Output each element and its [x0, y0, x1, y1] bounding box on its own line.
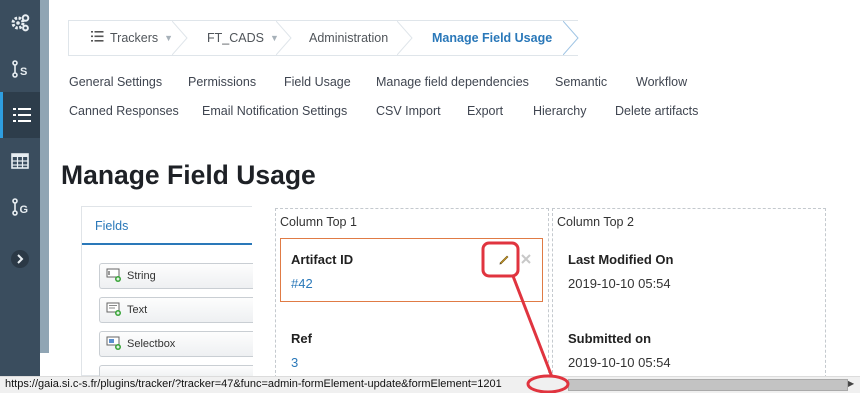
status-url: https://gaia.si.c-s.fr/plugins/tracker/?…: [5, 378, 502, 390]
sidebar-edge: [40, 0, 49, 353]
svg-text:S: S: [20, 66, 27, 78]
tab-delete-artifacts[interactable]: Delete artifacts: [615, 104, 698, 118]
tab-export[interactable]: Export: [467, 104, 503, 118]
palette-item-label: Text: [127, 304, 148, 316]
sidebar-item-table[interactable]: [0, 138, 40, 184]
tab-manage-field-dependencies[interactable]: Manage field dependencies: [376, 75, 529, 89]
table-icon: [11, 153, 29, 169]
page-title: Manage Field Usage: [61, 160, 316, 190]
breadcrumb-label: Administration: [309, 31, 389, 45]
breadcrumb-administration[interactable]: Administration: [291, 21, 413, 55]
edit-field-button[interactable]: [497, 252, 511, 271]
breadcrumb-manage-field-usage[interactable]: Manage Field Usage: [412, 21, 579, 55]
tab-field-usage[interactable]: Field Usage: [284, 75, 351, 89]
sidebar-expand-button[interactable]: [0, 236, 40, 282]
field-submitted-on[interactable]: Submitted on 2019-10-10 05:54: [568, 331, 671, 370]
sidebar-item-git-g[interactable]: G: [0, 184, 40, 230]
tab-general-settings[interactable]: General Settings: [69, 75, 162, 89]
tab-canned-responses[interactable]: Canned Responses: [69, 104, 179, 118]
tab-semantic[interactable]: Semantic: [555, 75, 607, 89]
column-title: Column Top 2: [557, 215, 634, 229]
string-field-icon: [106, 268, 127, 285]
field-label: Submitted on: [568, 331, 652, 346]
text-field-icon: [106, 302, 127, 319]
app-root: S G Trackers ▼ FT_CADS ▼ Administration …: [0, 0, 860, 393]
field-value[interactable]: #42: [291, 276, 353, 291]
field-last-modified-on[interactable]: Last Modified On 2019-10-10 05:54: [568, 252, 673, 291]
status-bar: https://gaia.si.c-s.fr/plugins/tracker/?…: [0, 376, 860, 393]
field-label: Last Modified On: [568, 252, 674, 267]
breadcrumb-separator: [563, 21, 579, 55]
tracker-list-icon: [12, 106, 32, 124]
tab-email-notification-settings[interactable]: Email Notification Settings: [202, 104, 347, 118]
sidebar-item-trackers[interactable]: [0, 92, 40, 138]
tab-workflow[interactable]: Workflow: [636, 75, 687, 89]
palette-item-selectbox[interactable]: Selectbox: [99, 331, 253, 357]
field-artifact-id[interactable]: Artifact ID #42: [291, 252, 353, 291]
breadcrumb-label: Trackers: [110, 31, 159, 45]
pencil-icon: [497, 253, 511, 270]
horizontal-scrollbar[interactable]: [568, 379, 848, 391]
breadcrumb-project[interactable]: FT_CADS ▼: [187, 21, 292, 55]
git-icon: S: [11, 59, 29, 79]
breadcrumb-label: FT_CADS: [207, 31, 264, 45]
close-icon: [520, 252, 532, 269]
field-label: Artifact ID: [291, 252, 354, 267]
field-ref[interactable]: Ref 3: [291, 331, 312, 370]
palette-tab-fields[interactable]: Fields: [82, 207, 252, 245]
palette-item-label: String: [127, 270, 156, 282]
field-label: Ref: [291, 331, 312, 346]
sidebar: S G: [0, 0, 40, 376]
palette-item-string[interactable]: String: [99, 263, 253, 289]
tracker-list-icon: [91, 31, 104, 45]
breadcrumb-separator: [172, 21, 188, 55]
field-value: 2019-10-10 05:54: [568, 355, 671, 370]
field-value: 2019-10-10 05:54: [568, 276, 671, 291]
palette-item-label: Selectbox: [127, 338, 176, 350]
chevron-right-icon: [10, 249, 30, 269]
sidebar-item-git[interactable]: S: [0, 46, 40, 92]
fields-palette: Fields String Text Selectbox: [81, 206, 253, 379]
svg-text:G: G: [20, 204, 29, 216]
scroll-right-icon[interactable]: ▶: [848, 379, 854, 388]
breadcrumb-trackers[interactable]: Trackers ▼: [69, 21, 188, 55]
field-value[interactable]: 3: [291, 355, 312, 370]
breadcrumb-label: Manage Field Usage: [432, 31, 553, 45]
git-g-icon: G: [11, 197, 29, 217]
tab-csv-import[interactable]: CSV Import: [376, 104, 441, 118]
tab-hierarchy[interactable]: Hierarchy: [533, 104, 587, 118]
breadcrumb-separator: [397, 21, 413, 55]
selectbox-field-icon: [106, 336, 127, 353]
sidebar-item-admin[interactable]: [0, 0, 40, 46]
palette-item-text[interactable]: Text: [99, 297, 253, 323]
tab-permissions[interactable]: Permissions: [188, 75, 256, 89]
breadcrumb: Trackers ▼ FT_CADS ▼ Administration Mana…: [68, 20, 579, 56]
gears-icon: [10, 13, 30, 33]
column-title: Column Top 1: [280, 215, 357, 229]
breadcrumb-separator: [276, 21, 292, 55]
remove-field-button[interactable]: [520, 252, 532, 270]
